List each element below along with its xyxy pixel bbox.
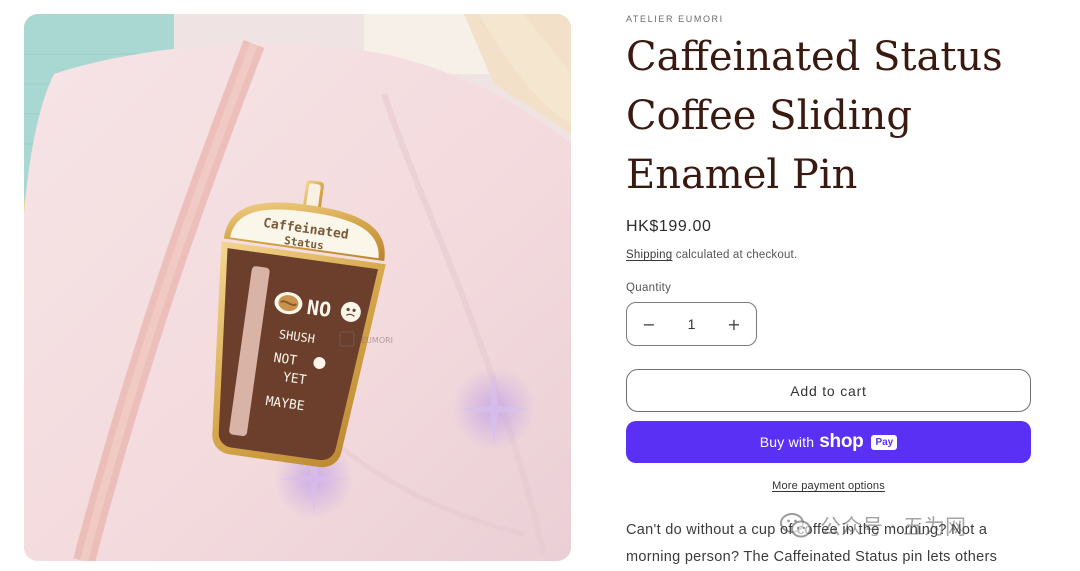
product-title: Caffeinated Status Coffee Sliding Enamel…: [626, 34, 1003, 198]
quantity-increase-button[interactable]: +: [726, 315, 742, 334]
svg-text:EUMORI: EUMORI: [361, 336, 393, 345]
more-payment-options: More payment options: [626, 480, 1031, 492]
vendor-name[interactable]: ATELIER EUMORI: [626, 14, 724, 24]
add-to-cart-button[interactable]: Add to cart: [626, 369, 1031, 412]
quantity-input[interactable]: 1: [688, 316, 696, 332]
product-page: Caffeinated Status NO SHUSH NOT YET MAYB…: [0, 0, 1080, 571]
shop-pay-badge: Pay: [871, 434, 898, 450]
shop-pay-button[interactable]: Buy with shop Pay: [626, 421, 1031, 463]
product-price: HK$199.00: [626, 218, 712, 235]
shop-pay-logo: shop: [819, 431, 864, 452]
plus-icon: +: [727, 314, 741, 334]
quantity-label: Quantity: [626, 282, 672, 294]
minus-icon: −: [642, 314, 656, 334]
quantity-stepper: − 1 +: [626, 302, 757, 346]
shipping-link[interactable]: Shipping: [626, 249, 672, 261]
pin-option-no: NO: [305, 295, 332, 322]
shipping-note-text: calculated at checkout.: [672, 249, 798, 261]
shop-pay-buy-with: Buy with: [759, 434, 815, 450]
product-image[interactable]: Caffeinated Status NO SHUSH NOT YET MAYB…: [24, 14, 571, 561]
enamel-pin-photo: Caffeinated Status NO SHUSH NOT YET MAYB…: [24, 14, 571, 561]
product-description: Can't do without a cup of coffee in the …: [626, 522, 998, 565]
quantity-decrease-button[interactable]: −: [641, 315, 657, 334]
more-payment-options-link[interactable]: More payment options: [772, 480, 885, 492]
shipping-note: Shipping calculated at checkout.: [626, 249, 797, 261]
